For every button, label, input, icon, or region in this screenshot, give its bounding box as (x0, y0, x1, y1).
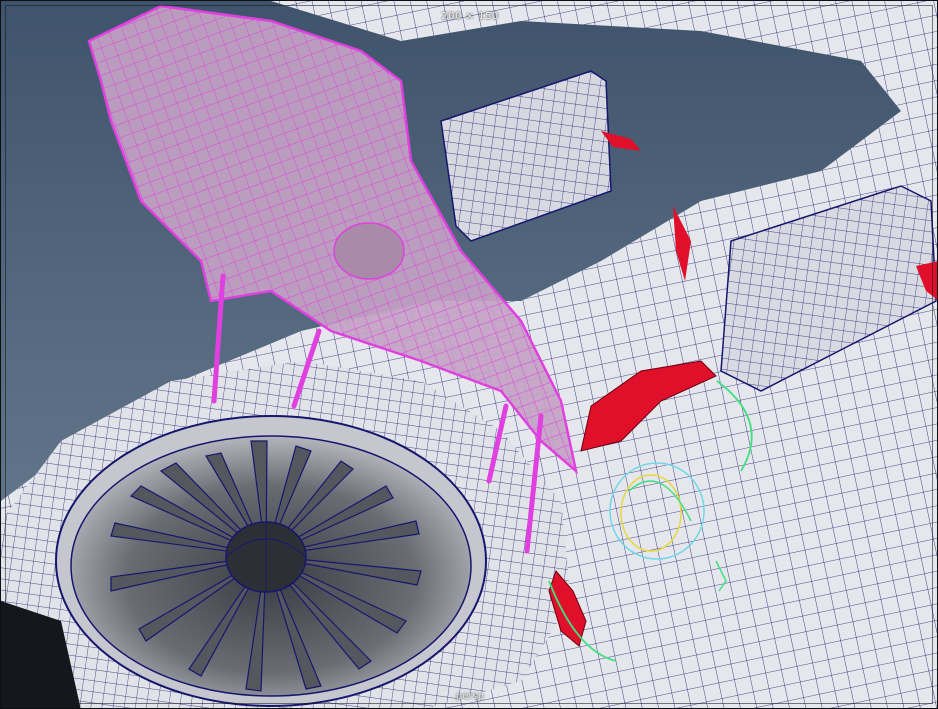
scene-canvas[interactable] (1, 1, 938, 709)
cowl-door-vent (333, 222, 405, 280)
camera-name-label: persp (455, 691, 485, 702)
3d-viewport-perspective[interactable]: 200 × 150 persp (0, 0, 938, 709)
spinner-cone (225, 521, 307, 593)
